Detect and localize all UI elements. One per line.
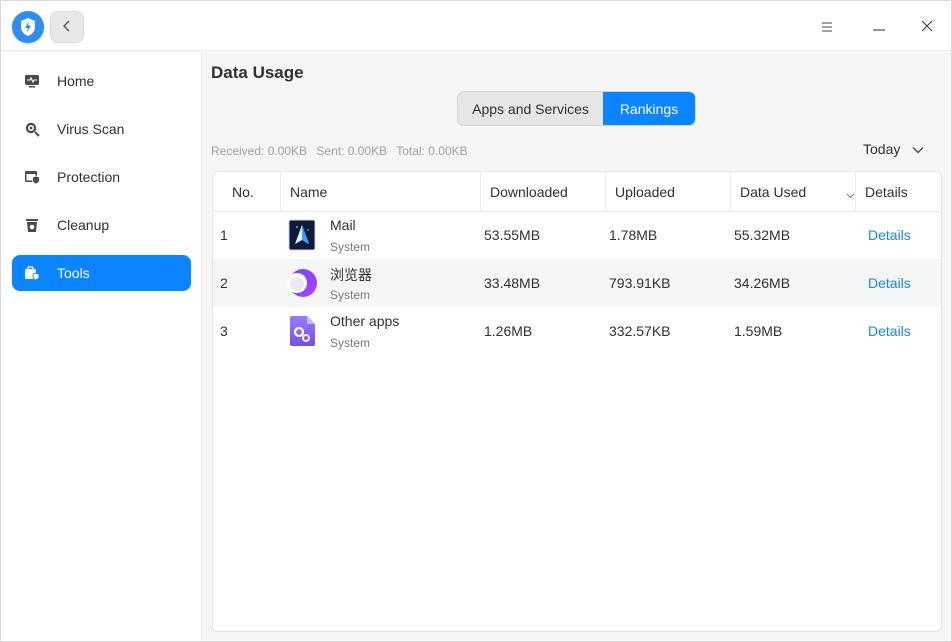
period-selected: Today — [863, 141, 901, 157]
column-header-name[interactable]: Name — [280, 172, 480, 212]
title-bar — [1, 1, 951, 51]
details-link[interactable]: Details — [868, 259, 911, 307]
downloaded-value: 33.48MB — [484, 275, 541, 291]
data-used-value: 55.32MB — [734, 227, 791, 243]
magnifier-scan-icon — [24, 121, 40, 137]
table-header: No. Name Downloaded Uploaded Data Used D… — [213, 172, 941, 212]
page-title: Data Usage — [211, 63, 304, 82]
downloaded-value: 53.55MB — [484, 227, 541, 243]
app-type: System — [330, 336, 371, 350]
details-link[interactable]: Details — [868, 307, 911, 355]
column-header-uploaded[interactable]: Uploaded — [605, 172, 730, 212]
app-type: System — [330, 288, 371, 302]
toolbox-icon — [24, 265, 40, 281]
table-row[interactable]: 2 浏览器 System 33.48MB 793.91KB 34.26MB De… — [213, 259, 941, 307]
tab-rankings[interactable]: Rankings — [603, 92, 695, 125]
mail-app-icon — [287, 219, 317, 251]
sidebar-item-label: Protection — [57, 169, 121, 185]
shield-lightning-icon — [12, 11, 44, 43]
row-number: 1 — [220, 227, 228, 243]
sidebar-item-label: Home — [57, 73, 95, 89]
sidebar-item-label: Virus Scan — [57, 121, 125, 137]
sidebar-item-label: Cleanup — [57, 217, 110, 233]
column-header-data-used-label: Data Used — [740, 184, 807, 200]
sidebar-item-protection[interactable]: Protection — [12, 159, 191, 195]
app-type: System — [330, 240, 371, 254]
back-button[interactable] — [50, 11, 84, 43]
sidebar-item-home[interactable]: Home — [12, 63, 191, 99]
browser-app-icon — [285, 267, 317, 299]
app-name: Mail — [330, 217, 356, 233]
app-name: 浏览器 — [330, 267, 372, 283]
table-row[interactable]: 1 Mail System 53.55MB 1.78MB 55.32MB Det… — [213, 211, 941, 259]
tab-apps-and-services[interactable]: Apps and Services — [458, 92, 603, 125]
row-number: 2 — [220, 275, 228, 291]
overall-total: Total: 0.00KB — [396, 144, 468, 158]
minimize-icon — [873, 19, 885, 35]
table-row[interactable]: 3 Other apps System 1.26MB 332.57KB 1.59… — [213, 307, 941, 355]
sent-total: Sent: 0.00KB — [316, 144, 388, 158]
monitor-pulse-icon — [24, 73, 40, 89]
sort-descending-icon — [846, 186, 855, 202]
view-segmented-control: Apps and Services Rankings — [457, 91, 696, 126]
details-link[interactable]: Details — [868, 211, 911, 259]
downloaded-value: 1.26MB — [484, 323, 533, 339]
other-apps-icon — [287, 315, 317, 347]
sidebar: Home Virus Scan Protection Cleanup Tools — [1, 52, 202, 641]
data-used-value: 1.59MB — [734, 323, 783, 339]
close-button[interactable] — [909, 11, 945, 43]
column-header-no: No. — [232, 184, 254, 200]
column-header-downloaded[interactable]: Downloaded — [480, 172, 605, 212]
close-icon — [921, 19, 933, 35]
menu-button[interactable] — [809, 11, 845, 43]
received-total: Received: 0.00KB — [211, 144, 308, 158]
sidebar-item-cleanup[interactable]: Cleanup — [12, 207, 191, 243]
column-header-details: Details — [855, 172, 941, 212]
minimize-button[interactable] — [861, 11, 897, 43]
usage-summary: Received: 0.00KB Sent: 0.00KB Total: 0.0… — [211, 144, 474, 158]
sidebar-item-tools[interactable]: Tools — [12, 255, 191, 291]
app-name: Other apps — [330, 313, 400, 329]
uploaded-value: 793.91KB — [609, 275, 671, 291]
trash-can-icon — [24, 217, 40, 233]
app-window: Home Virus Scan Protection Cleanup Tools — [0, 0, 952, 642]
browser-shield-icon — [24, 169, 40, 185]
sidebar-item-label: Tools — [57, 265, 90, 281]
uploaded-value: 1.78MB — [609, 227, 658, 243]
chevron-down-icon — [912, 141, 924, 157]
data-used-value: 34.26MB — [734, 275, 791, 291]
column-header-data-used[interactable]: Data Used — [730, 172, 855, 212]
uploaded-value: 332.57KB — [609, 323, 671, 339]
period-dropdown[interactable]: Today — [863, 141, 924, 157]
rankings-table: No. Name Downloaded Uploaded Data Used D… — [212, 171, 942, 632]
row-number: 3 — [220, 323, 228, 339]
sidebar-item-virus-scan[interactable]: Virus Scan — [12, 111, 191, 147]
hamburger-menu-icon — [821, 19, 833, 35]
chevron-left-icon — [62, 19, 72, 35]
